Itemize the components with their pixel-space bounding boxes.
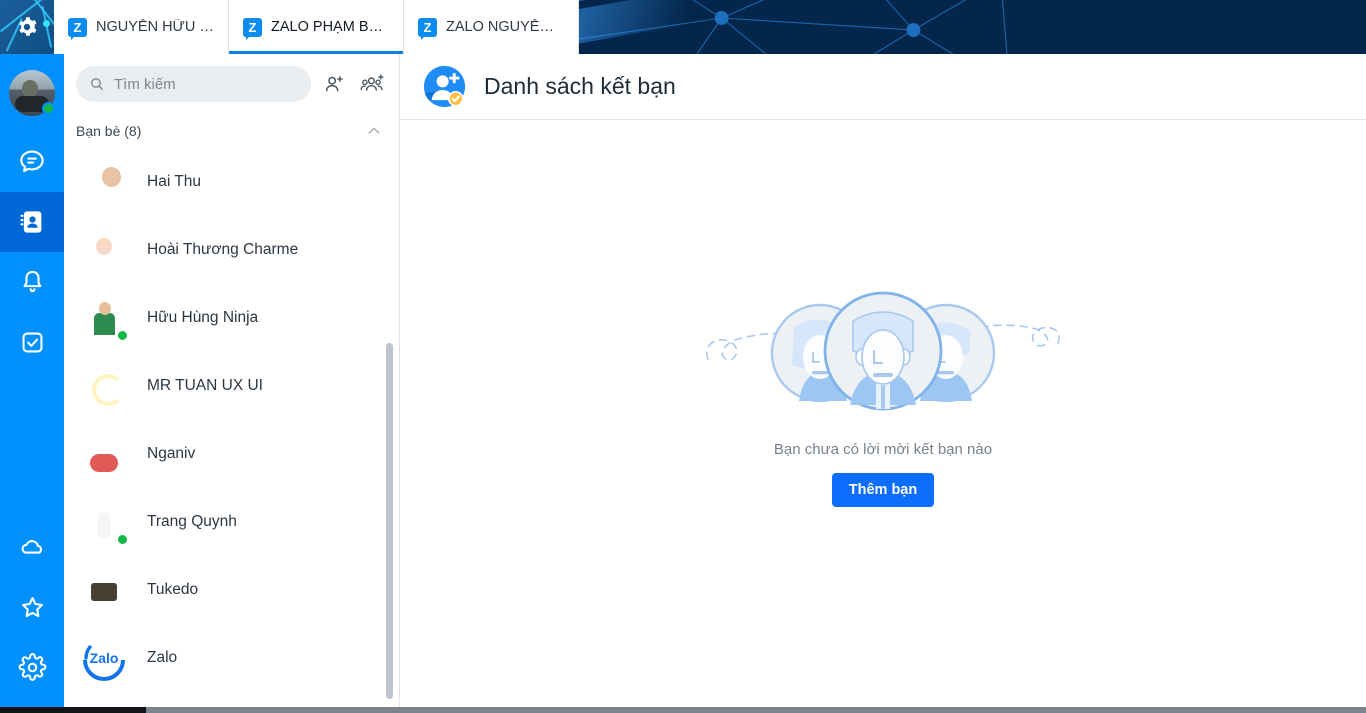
sidebar-item-todo[interactable]: [0, 312, 64, 372]
sidebar-item-cloud[interactable]: [0, 517, 64, 577]
add-group-icon: [360, 74, 384, 91]
add-friend-button[interactable]: Thêm bạn: [831, 472, 935, 507]
network-decoration: [579, 0, 1366, 54]
collapse-toggle[interactable]: [365, 122, 383, 140]
friend-group-title: Bạn bè (8): [76, 123, 142, 139]
star-icon: [21, 596, 43, 617]
online-status-dot: [42, 102, 55, 115]
zalo-logo-icon: Zalo: [81, 635, 127, 681]
list-scrollbar-thumb[interactable]: [386, 343, 393, 699]
gear-icon: [18, 652, 46, 681]
avatar: [80, 294, 129, 342]
avatar: [80, 430, 128, 478]
friend-name: Tukedo: [147, 581, 199, 598]
avatar: [80, 362, 128, 410]
rail-primary-items: [0, 132, 64, 372]
page-title: Danh sách kết bạn: [484, 73, 676, 99]
friend-name: Hữu Hùng Ninja: [147, 309, 259, 326]
zalo-logo-icon: Z: [418, 17, 437, 40]
sidebar-item-settings[interactable]: [0, 637, 64, 697]
chat-bubble-icon: [20, 150, 44, 173]
empty-state-text: Bạn chưa có lời mời kết bạn nào: [773, 440, 993, 458]
avatar: Zalo: [80, 634, 128, 686]
taskbar-segment: [146, 707, 1366, 713]
online-status-dot: [116, 329, 129, 342]
tab-label: NGUYỄN HỮU H...: [96, 19, 214, 35]
add-friend-icon: [325, 76, 343, 92]
friend-list[interactable]: Hai Thu Hoài Thương Charme Hữu Hùng Ninj…: [64, 148, 399, 707]
online-status-dot: [116, 533, 129, 546]
list-item[interactable]: Trang Quynh: [64, 488, 399, 556]
avatar: [80, 226, 128, 274]
friend-name: Hai Thu: [147, 173, 201, 190]
avatar: [80, 566, 128, 614]
bell-icon: [22, 270, 42, 292]
taskbar-strip: [0, 707, 1366, 713]
cloud-icon: [21, 539, 42, 554]
list-item[interactable]: Zalo Zalo: [64, 624, 399, 692]
sidebar-item-messages[interactable]: [0, 132, 64, 192]
sidebar-item-notifications[interactable]: [0, 252, 64, 312]
zalo-logo-icon: Z: [243, 17, 262, 40]
list-item[interactable]: Tukedo: [64, 556, 399, 624]
list-item[interactable]: Hữu Hùng Ninja: [64, 284, 399, 352]
left-nav-rail: [0, 54, 64, 707]
add-friend-avatar-icon: [422, 64, 467, 109]
list-item[interactable]: MR TUAN UX UI: [64, 352, 399, 420]
zalo-window: Z NGUYỄN HỮU H... Z ZALO PHẠM BÁ ... Z Z…: [0, 0, 1366, 713]
tab-0[interactable]: Z NGUYỄN HỮU H...: [54, 0, 229, 54]
rail-secondary-items: [0, 517, 64, 707]
contacts-panel: Tìm kiếm Bạn bè (8) Hai Thu Hoài Thương …: [64, 54, 400, 707]
list-item[interactable]: Hai Thu: [64, 148, 399, 216]
search-placeholder: Tìm kiếm: [114, 75, 176, 93]
friend-group-header[interactable]: Bạn bè (8): [64, 114, 399, 148]
friend-name: Zalo: [147, 649, 178, 666]
app-settings-badge[interactable]: [0, 0, 54, 54]
sidebar-item-favorites[interactable]: [0, 577, 64, 637]
friend-name: Nganiv: [147, 445, 196, 462]
friend-name: MR TUAN UX UI: [147, 377, 263, 394]
tab-label: ZALO PHẠM BÁ ...: [271, 19, 389, 35]
search-icon: [91, 78, 103, 90]
sidebar-item-contacts[interactable]: [0, 192, 64, 252]
friend-name: Hoài Thương Charme: [147, 241, 299, 258]
page-header: Danh sách kết bạn: [400, 54, 1366, 120]
avatar: [80, 498, 129, 546]
chevron-up-icon: [368, 127, 380, 134]
tab-strip: Z NGUYỄN HỮU H... Z ZALO PHẠM BÁ ... Z Z…: [0, 0, 1366, 54]
tab-1[interactable]: Z ZALO PHẠM BÁ ...: [229, 0, 404, 54]
gear-icon: [19, 17, 37, 36]
search-input[interactable]: Tìm kiếm: [76, 66, 311, 102]
list-item[interactable]: Nganiv: [64, 420, 399, 488]
avatar[interactable]: [9, 70, 55, 116]
add-group-button[interactable]: [357, 69, 387, 99]
zalo-logo-icon: Z: [68, 17, 87, 40]
main-content: Danh sách kết bạn Bạn chưa có lời mời kế…: [400, 54, 1366, 707]
avatar: [80, 158, 128, 206]
add-friend-button[interactable]: [319, 69, 349, 99]
tab-list: Z NGUYỄN HỮU H... Z ZALO PHẠM BÁ ... Z Z…: [54, 0, 579, 54]
contacts-book-icon: [20, 211, 42, 233]
three-people-illustration: [706, 291, 1060, 410]
empty-state: Bạn chưa có lời mời kết bạn nào Thêm bạn: [400, 120, 1366, 707]
friend-name: Trang Quynh: [147, 513, 237, 530]
checkbox-icon: [22, 332, 42, 352]
tab-label: ZALO NGUYỄN B...: [446, 19, 564, 35]
search-row: Tìm kiếm: [64, 54, 399, 114]
tab-2[interactable]: Z ZALO NGUYỄN B...: [404, 0, 579, 54]
list-item[interactable]: Hoài Thương Charme: [64, 216, 399, 284]
